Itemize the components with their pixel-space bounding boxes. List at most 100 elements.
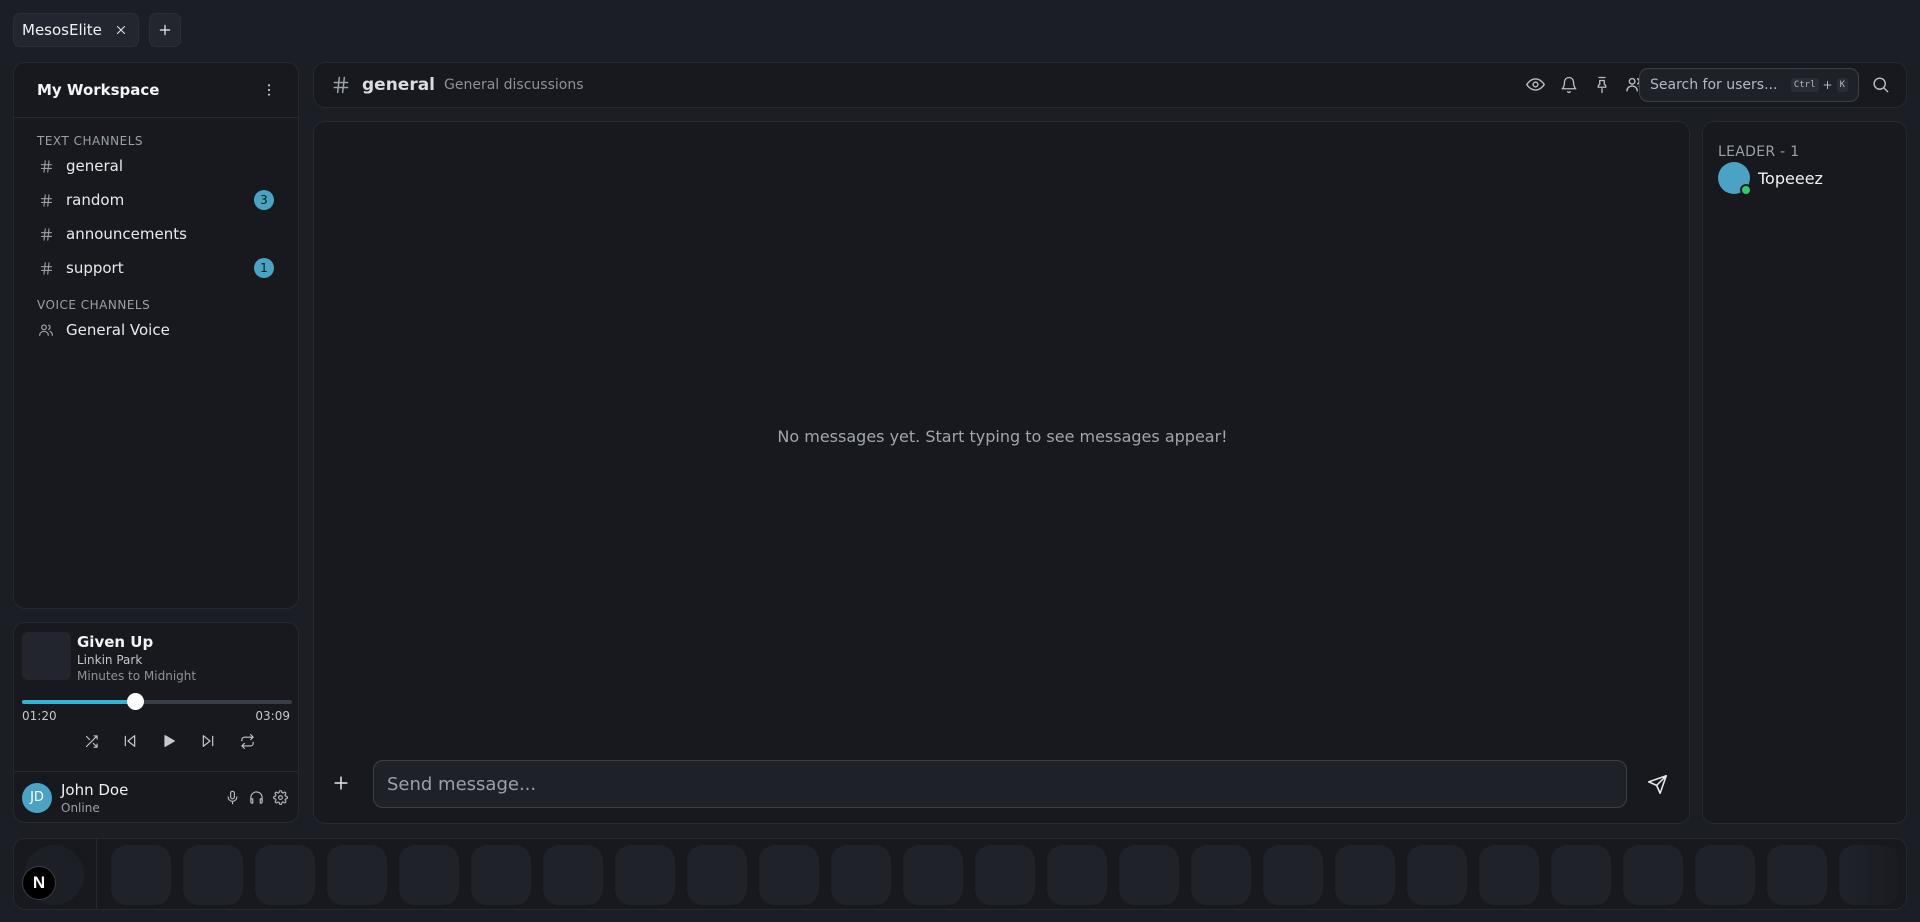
hash-icon (37, 225, 55, 243)
dock-slot[interactable] (1551, 845, 1611, 905)
dock-slot[interactable] (1407, 845, 1467, 905)
dock-slot[interactable] (687, 845, 747, 905)
hash-icon (37, 191, 55, 209)
search-input[interactable]: Search for users... Ctrl + K (1639, 68, 1859, 102)
shortcut-key-k: K (1836, 78, 1848, 92)
channel-label: support (66, 259, 124, 277)
dock-slot[interactable] (903, 845, 963, 905)
member-item[interactable]: Topeeez (1718, 162, 1823, 196)
dock-slot[interactable] (1695, 845, 1755, 905)
unread-badge: 1 (254, 258, 274, 278)
dock-slot[interactable] (471, 845, 531, 905)
plus-icon (159, 24, 171, 36)
online-status-dot (1740, 184, 1752, 196)
play-icon[interactable] (157, 729, 181, 753)
channel-label: random (66, 191, 125, 209)
shortcut-plus: + (1822, 78, 1833, 92)
dock-slot[interactable] (1767, 845, 1827, 905)
dock-slot[interactable] (615, 845, 675, 905)
skip-forward-icon[interactable] (196, 729, 220, 753)
search-placeholder: Search for users... (1650, 77, 1778, 93)
workspace-header: My Workspace (14, 63, 298, 118)
sidebar-item-support[interactable]: support 1 (14, 251, 298, 285)
dock-fade (1846, 839, 1906, 909)
channel-sidebar: My Workspace TEXT CHANNELS general rando… (13, 62, 299, 609)
music-player: Given Up Linkin Park Minutes to Midnight… (13, 622, 299, 823)
avatar[interactable]: JD (22, 782, 52, 813)
dock-divider (96, 839, 97, 909)
album-art (22, 632, 71, 680)
channel-label: general (66, 157, 124, 175)
progress-slider[interactable] (22, 693, 292, 710)
sidebar-item-general-voice[interactable]: General Voice (14, 313, 298, 347)
song-title: Given Up (77, 633, 154, 651)
dock-slot[interactable] (1119, 845, 1179, 905)
user-name: John Doe (61, 780, 129, 799)
message-composer (373, 760, 1627, 808)
avatar (1718, 162, 1752, 196)
dock-slot[interactable] (759, 845, 819, 905)
app-dock: N (13, 838, 1907, 910)
repeat-icon[interactable] (235, 729, 259, 753)
progress-thumb[interactable] (127, 693, 145, 710)
message-input[interactable] (387, 773, 1613, 795)
headphones-icon[interactable] (247, 788, 266, 807)
dock-slot[interactable] (1047, 845, 1107, 905)
user-info: John Doe Online (61, 781, 223, 815)
dock-slot[interactable] (1479, 845, 1539, 905)
workspace-title: My Workspace (37, 81, 160, 99)
user-panel: JD John Doe Online (14, 771, 298, 823)
current-time: 01:20 (22, 709, 57, 723)
plus-icon (334, 776, 348, 790)
close-icon[interactable] (112, 21, 130, 39)
message-area: No messages yet. Start typing to see mes… (313, 121, 1690, 824)
sidebar-item-announcements[interactable]: announcements (14, 217, 298, 251)
voice-channels-label: VOICE CHANNELS (37, 298, 151, 312)
users-icon (37, 321, 55, 339)
eye-icon[interactable] (1526, 75, 1545, 94)
microphone-icon[interactable] (223, 788, 242, 807)
channel-label: General Voice (66, 321, 170, 339)
dock-slot[interactable] (831, 845, 891, 905)
member-list: LEADER - 1 Topeeez (1702, 121, 1907, 824)
sidebar-item-general[interactable]: general (14, 149, 298, 183)
song-artist: Linkin Park (77, 653, 143, 667)
text-channels-label: TEXT CHANNELS (37, 134, 144, 148)
shuffle-icon[interactable] (79, 729, 103, 753)
app-logo[interactable]: N (22, 866, 56, 900)
dock-slot[interactable] (1263, 845, 1323, 905)
member-group-label: LEADER - 1 (1718, 144, 1800, 160)
total-time: 03:09 (255, 709, 290, 723)
tab-bar: MesosElite (0, 0, 1920, 60)
shortcut-key-ctrl: Ctrl (1790, 78, 1819, 92)
channel-label: announcements (66, 225, 187, 243)
gear-icon[interactable] (271, 788, 290, 807)
dock-slot[interactable] (1191, 845, 1251, 905)
add-attachment-button[interactable] (331, 773, 353, 795)
dock-slot[interactable] (111, 845, 171, 905)
user-status: Online (61, 800, 100, 815)
empty-state-message: No messages yet. Start typing to see mes… (777, 427, 1228, 446)
add-tab-button[interactable] (149, 13, 181, 47)
member-name: Topeeez (1758, 168, 1823, 188)
dock-slot[interactable] (255, 845, 315, 905)
more-vertical-icon[interactable] (260, 81, 278, 99)
dock-slot[interactable] (1623, 845, 1683, 905)
user-actions (223, 788, 290, 807)
dock-slot[interactable] (399, 845, 459, 905)
sidebar-item-random[interactable]: random 3 (14, 183, 298, 217)
dock-slot[interactable] (183, 845, 243, 905)
dock-slot[interactable] (975, 845, 1035, 905)
send-icon[interactable] (1647, 774, 1669, 796)
skip-back-icon[interactable] (118, 729, 142, 753)
channel-header: general General discussions Search for u… (313, 62, 1907, 108)
header-actions (1526, 75, 1644, 94)
bell-icon[interactable] (1559, 75, 1578, 94)
tab-mesoselite[interactable]: MesosElite (13, 13, 139, 47)
dock-slot[interactable] (1335, 845, 1395, 905)
dock-slot[interactable] (543, 845, 603, 905)
dock-slot[interactable] (327, 845, 387, 905)
search-icon[interactable] (1871, 75, 1891, 95)
progress-fill (22, 700, 136, 704)
pin-icon[interactable] (1592, 75, 1611, 94)
